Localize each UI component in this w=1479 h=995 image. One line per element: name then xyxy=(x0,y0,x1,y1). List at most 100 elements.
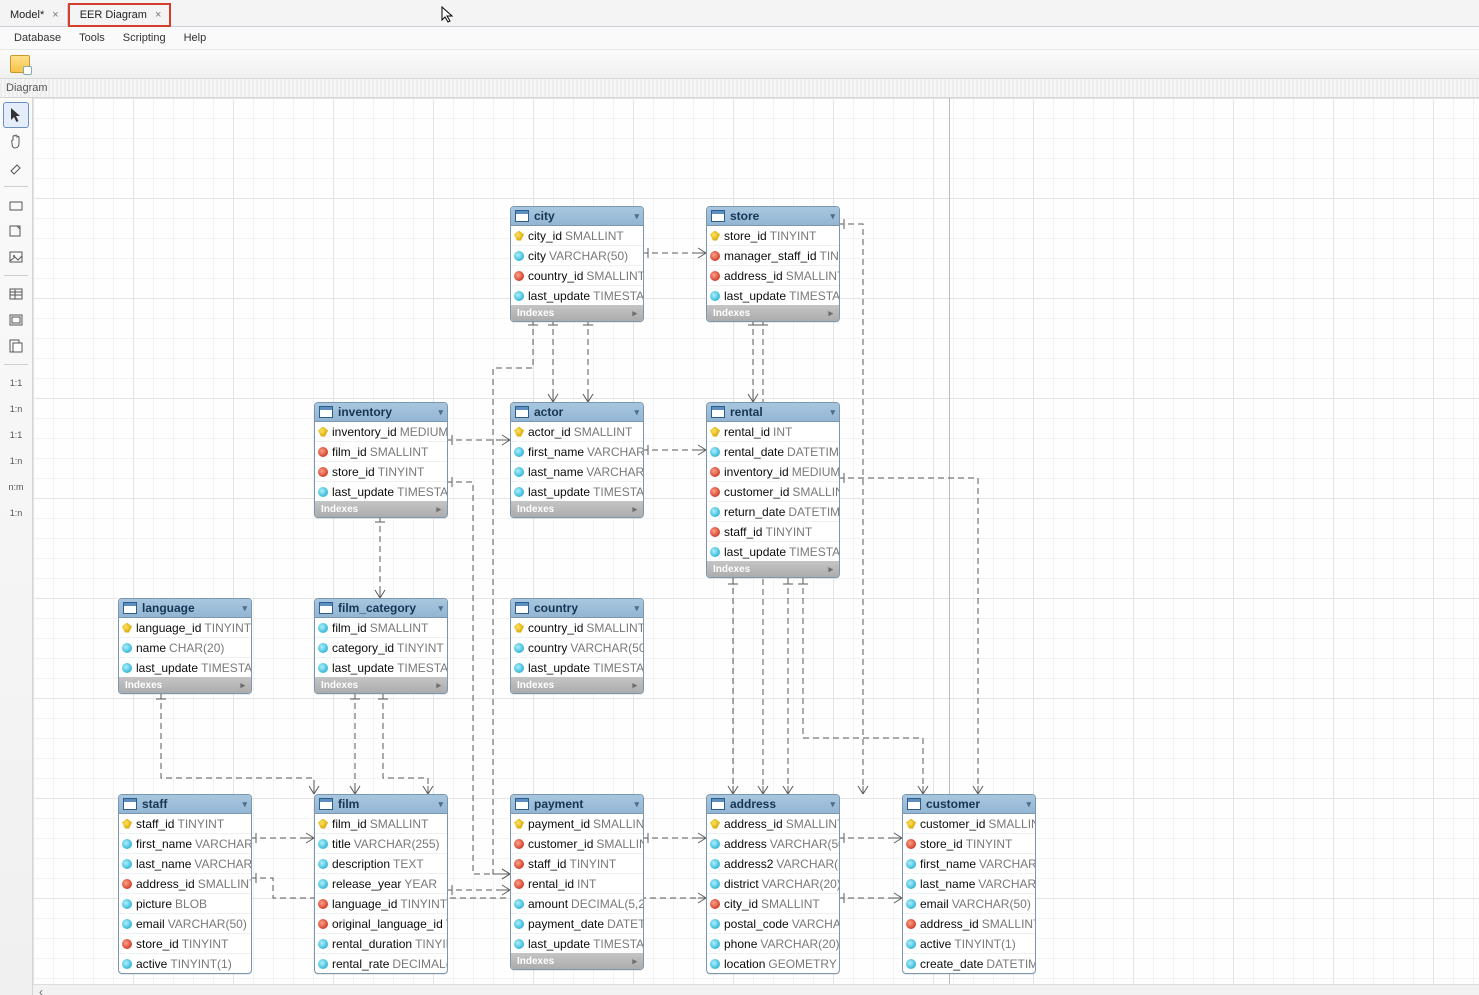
menu-help[interactable]: Help xyxy=(184,32,207,44)
column-row[interactable]: last_update TIMESTAMP xyxy=(119,658,251,677)
column-row[interactable]: film_id SMALLINT xyxy=(315,442,447,462)
collapse-icon[interactable]: ▾ xyxy=(634,799,639,810)
column-row[interactable]: language_id TINYINT xyxy=(315,894,447,914)
entity-staff[interactable]: staff ▾ staff_id TINYINT first_name VARC… xyxy=(118,794,252,974)
column-row[interactable]: country VARCHAR(50) xyxy=(511,638,643,658)
entity-address[interactable]: address ▾ address_id SMALLINT address VA… xyxy=(706,794,840,974)
entity-city[interactable]: city ▾ city_id SMALLINT city VARCHAR(50)… xyxy=(510,206,644,322)
expand-icon[interactable]: ▸ xyxy=(632,504,637,515)
column-row[interactable]: inventory_id MEDIUMINT xyxy=(315,422,447,442)
entity-header[interactable]: inventory ▾ xyxy=(315,403,447,422)
column-row[interactable]: rental_id INT xyxy=(511,874,643,894)
column-row[interactable]: release_year YEAR xyxy=(315,874,447,894)
entity-header[interactable]: staff ▾ xyxy=(119,795,251,814)
layer-tool[interactable] xyxy=(4,193,28,217)
expand-icon[interactable]: ▸ xyxy=(240,680,245,691)
entity-footer[interactable]: Indexes ▸ xyxy=(707,305,839,321)
entity-header[interactable]: actor ▾ xyxy=(511,403,643,422)
collapse-icon[interactable]: ▾ xyxy=(438,603,443,614)
column-row[interactable]: district VARCHAR(20) xyxy=(707,874,839,894)
column-row[interactable]: last_update TIMESTAMP xyxy=(511,658,643,677)
entity-header[interactable]: language ▾ xyxy=(119,599,251,618)
column-row[interactable]: city_id SMALLINT xyxy=(707,894,839,914)
collapse-icon[interactable]: ▾ xyxy=(830,407,835,418)
eraser-tool[interactable] xyxy=(4,156,28,180)
column-row[interactable]: payment_id SMALLINT xyxy=(511,814,643,834)
column-row[interactable]: address_id SMALLINT xyxy=(707,814,839,834)
entity-footer[interactable]: Indexes ▸ xyxy=(511,677,643,693)
entity-payment[interactable]: payment ▾ payment_id SMALLINT customer_i… xyxy=(510,794,644,970)
column-row[interactable]: customer_id SMALLINT xyxy=(511,834,643,854)
column-row[interactable]: postal_code VARCHAR(10) xyxy=(707,914,839,934)
column-row[interactable]: email VARCHAR(50) xyxy=(119,914,251,934)
entity-header[interactable]: city ▾ xyxy=(511,207,643,226)
entity-inventory[interactable]: inventory ▾ inventory_id MEDIUMINT film_… xyxy=(314,402,448,518)
collapse-icon[interactable]: ▾ xyxy=(634,603,639,614)
entity-footer[interactable]: Indexes ▸ xyxy=(511,953,643,969)
menu-tools[interactable]: Tools xyxy=(79,32,105,44)
entity-footer[interactable]: Indexes ▸ xyxy=(315,677,447,693)
column-row[interactable]: last_update TIMESTAMP xyxy=(511,934,643,953)
collapse-icon[interactable]: ▾ xyxy=(438,407,443,418)
expand-icon[interactable]: ▸ xyxy=(828,564,833,575)
column-row[interactable]: last_update TIMESTAMP xyxy=(511,482,643,501)
collapse-icon[interactable]: ▾ xyxy=(1026,799,1031,810)
column-row[interactable]: address2 VARCHAR(50) xyxy=(707,854,839,874)
entity-footer[interactable]: Indexes ▸ xyxy=(511,501,643,517)
column-row[interactable]: city_id SMALLINT xyxy=(511,226,643,246)
new-document-icon[interactable] xyxy=(10,55,30,73)
column-row[interactable]: address_id SMALLINT xyxy=(119,874,251,894)
collapse-icon[interactable]: ▾ xyxy=(830,799,835,810)
rel-n-m[interactable]: n:m xyxy=(4,475,28,499)
entity-header[interactable]: rental ▾ xyxy=(707,403,839,422)
column-row[interactable]: inventory_id MEDIUMINT xyxy=(707,462,839,482)
collapse-icon[interactable]: ▾ xyxy=(634,407,639,418)
column-row[interactable]: address_id SMALLINT xyxy=(707,266,839,286)
entity-header[interactable]: address ▾ xyxy=(707,795,839,814)
entity-header[interactable]: film ▾ xyxy=(315,795,447,814)
table-tool[interactable] xyxy=(4,282,28,306)
note-tool[interactable] xyxy=(4,219,28,243)
column-row[interactable]: staff_id TINYINT xyxy=(707,522,839,542)
column-row[interactable]: last_name VARCHAR(45) xyxy=(119,854,251,874)
rel-1-n-id[interactable]: 1:n xyxy=(4,449,28,473)
column-row[interactable]: last_update TIMESTAMP xyxy=(511,286,643,305)
entity-country[interactable]: country ▾ country_id SMALLINT country VA… xyxy=(510,598,644,694)
column-row[interactable]: phone VARCHAR(20) xyxy=(707,934,839,954)
entity-header[interactable]: country ▾ xyxy=(511,599,643,618)
column-row[interactable]: title VARCHAR(255) xyxy=(315,834,447,854)
rel-1-n-nonid[interactable]: 1:n xyxy=(4,397,28,421)
column-row[interactable]: language_id TINYINT xyxy=(119,618,251,638)
rel-1-1-id[interactable]: 1:1 xyxy=(4,423,28,447)
column-row[interactable]: last_update TIMESTAMP xyxy=(315,658,447,677)
column-row[interactable]: description TEXT xyxy=(315,854,447,874)
routine-tool[interactable] xyxy=(4,334,28,358)
diagram-canvas[interactable]: city ▾ city_id SMALLINT city VARCHAR(50)… xyxy=(33,98,1479,995)
entity-customer[interactable]: customer ▾ customer_id SMALLINT store_id… xyxy=(902,794,1036,974)
expand-icon[interactable]: ▸ xyxy=(632,956,637,967)
column-row[interactable]: rental_date DATETIME xyxy=(707,442,839,462)
entity-footer[interactable]: Indexes ▸ xyxy=(511,305,643,321)
expand-icon[interactable]: ▸ xyxy=(436,504,441,515)
column-row[interactable]: staff_id TINYINT xyxy=(119,814,251,834)
column-row[interactable]: country_id SMALLINT xyxy=(511,266,643,286)
rel-1-n-pick[interactable]: 1:n xyxy=(4,501,28,525)
column-row[interactable]: film_id SMALLINT xyxy=(315,814,447,834)
entity-actor[interactable]: actor ▾ actor_id SMALLINT first_name VAR… xyxy=(510,402,644,518)
entity-footer[interactable]: Indexes ▸ xyxy=(707,561,839,577)
column-row[interactable]: active TINYINT(1) xyxy=(903,934,1035,954)
column-row[interactable]: last_update TIMESTAMP xyxy=(707,286,839,305)
column-row[interactable]: address VARCHAR(50) xyxy=(707,834,839,854)
column-row[interactable]: store_id TINYINT xyxy=(707,226,839,246)
entity-header[interactable]: customer ▾ xyxy=(903,795,1035,814)
horizontal-scrollbar[interactable]: ‹ xyxy=(33,984,1479,995)
rel-1-1-nonid[interactable]: 1:1 xyxy=(4,371,28,395)
column-row[interactable]: first_name VARCHAR(45) xyxy=(903,854,1035,874)
collapse-icon[interactable]: ▾ xyxy=(242,603,247,614)
column-row[interactable]: film_id SMALLINT xyxy=(315,618,447,638)
column-row[interactable]: store_id TINYINT xyxy=(903,834,1035,854)
column-row[interactable]: address_id SMALLINT xyxy=(903,914,1035,934)
column-row[interactable]: last_update TIMESTAMP xyxy=(707,542,839,561)
column-row[interactable]: last_name VARCHAR(45) xyxy=(903,874,1035,894)
menu-database[interactable]: Database xyxy=(14,32,61,44)
